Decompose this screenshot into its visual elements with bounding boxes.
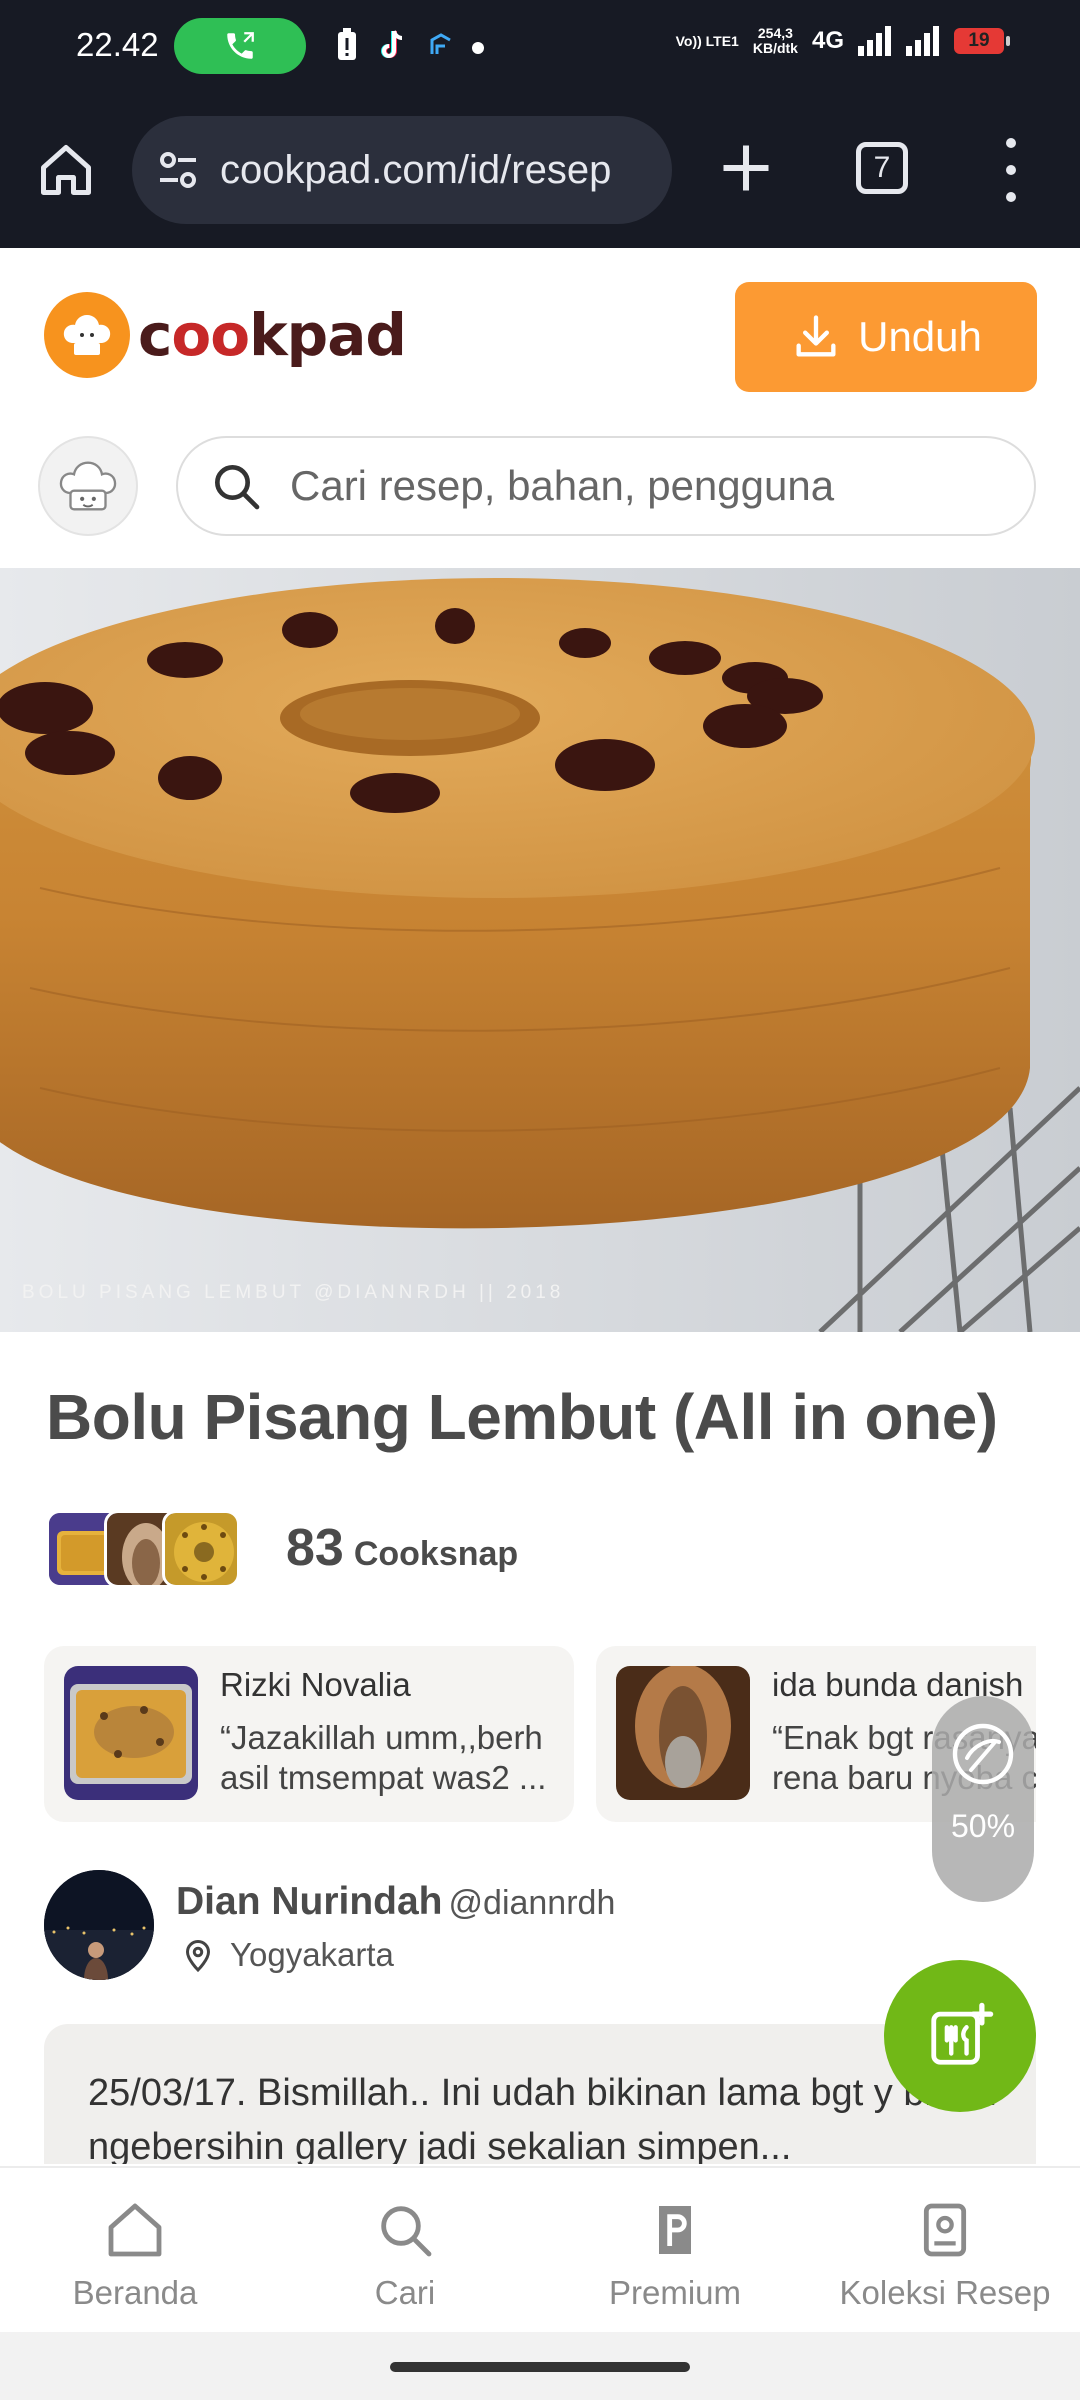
cooksnap-photo: [64, 1666, 198, 1800]
cooksnap-thumbnails[interactable]: [46, 1510, 242, 1588]
volte-indicator: Vo)) LTE1: [675, 32, 739, 49]
recipe-story-text: 25/03/17. Bismillah.. Ini udah bikinan l…: [88, 2072, 995, 2164]
logo-wordmark: cookpad: [138, 301, 407, 369]
net-speed: 254,3 KB/dtk: [753, 26, 798, 56]
cooksnap-label: Cooksnap: [353, 1535, 519, 1573]
tiktok-icon: [381, 30, 403, 58]
status-right-cluster: Vo)) LTE1 254,3 KB/dtk 4G 19: [675, 26, 1010, 56]
signal-icon-2: [906, 26, 939, 56]
cooksnap-thumbnail[interactable]: [162, 1510, 240, 1588]
network-type: 4G: [811, 27, 844, 54]
download-label: Unduh: [858, 313, 982, 360]
nav-premium[interactable]: Premium: [540, 2168, 810, 2332]
download-icon: [796, 315, 836, 357]
address-bar[interactable]: cookpad.com/id/resep: [132, 116, 672, 224]
photo-caption: BOLU PISANG LEMBUT @DIANNRDH || 2018: [22, 1282, 565, 1303]
location-pin-icon: [185, 1940, 211, 1973]
status-time: 22.42: [76, 26, 159, 63]
battery-level: 19: [968, 30, 990, 51]
signal-icon: [858, 26, 891, 56]
phone-icon: [227, 32, 254, 59]
cooksnap-photo: [616, 1666, 750, 1800]
search-icon: [381, 2206, 432, 2257]
bottom-navigation: Beranda Cari Premium Koleksi Resep: [0, 2166, 1080, 2332]
recipe-title: Bolu Pisang Lembut (All in one): [46, 1381, 998, 1453]
search-icon: [215, 465, 260, 510]
tab-switcher-button[interactable]: 7: [856, 142, 908, 194]
cooksnap-number: 83: [286, 1519, 344, 1577]
nav-label: Cari: [374, 2274, 436, 2311]
home-icon[interactable]: [36, 140, 96, 200]
site-header: cookpad Unduh: [0, 250, 1080, 568]
recipe-hero-image[interactable]: BOLU PISANG LEMBUT @DIANNRDH || 2018: [0, 568, 1080, 1332]
author-display-name[interactable]: Dian Nurindah: [176, 1880, 443, 1923]
collection-icon: [923, 2203, 967, 2257]
author-location: Yogyakarta: [180, 1936, 394, 1974]
battery-icon: 19: [954, 28, 1010, 54]
add-recipe-icon: [931, 2002, 994, 2065]
download-app-button[interactable]: Unduh: [735, 282, 1037, 392]
cooksnap-author[interactable]: Rizki Novalia: [220, 1666, 411, 1704]
cooksnap-card[interactable]: Rizki Novalia “Jazakillah umm,,berh asil…: [44, 1646, 574, 1822]
ongoing-call-indicator[interactable]: [174, 18, 306, 74]
nav-beranda[interactable]: Beranda: [0, 2168, 270, 2332]
user-avatar[interactable]: [38, 436, 138, 536]
nav-cari[interactable]: Cari: [270, 2168, 540, 2332]
nav-label: Koleksi Resep: [839, 2274, 1051, 2311]
more-notifications-dot: [472, 42, 484, 54]
search-bar[interactable]: [176, 436, 1036, 536]
cookpad-logo[interactable]: cookpad: [44, 292, 407, 378]
dish-timer-icon: [952, 1723, 1014, 1785]
author-handle[interactable]: @diannrdh: [449, 1884, 616, 1922]
app-notification-icon: [430, 33, 451, 54]
zoom-percent: 50%: [950, 1808, 1016, 1844]
search-input[interactable]: [290, 462, 990, 510]
net-speed-unit: KB/dtk: [752, 40, 798, 56]
battery-alert-icon: [338, 28, 356, 60]
site-settings-icon[interactable]: [154, 146, 202, 194]
tab-count: 7: [873, 151, 891, 184]
chef-avatar-icon: [59, 461, 117, 511]
zoom-indicator[interactable]: 50%: [932, 1696, 1034, 1902]
cooksnap-comment: “Jazakillah umm,,berh asil tmsempat was2…: [220, 1719, 547, 1796]
nav-koleksi-resep[interactable]: Koleksi Resep: [810, 2168, 1080, 2332]
browser-menu-button[interactable]: [996, 138, 1026, 202]
chef-hat-logo-icon: [44, 292, 130, 378]
author-avatar[interactable]: [44, 1870, 154, 1980]
nav-label: Beranda: [72, 2274, 198, 2311]
banana-cake-photo: [0, 568, 1080, 1332]
new-tab-icon[interactable]: [716, 138, 776, 198]
nav-label: Premium: [608, 2274, 742, 2311]
gesture-bar: [0, 2332, 1080, 2400]
cooksnap-count[interactable]: 83 Cooksnap: [286, 1518, 518, 1578]
net-speed-value: 254,3: [757, 25, 793, 41]
author-location-text: Yogyakarta: [230, 1936, 394, 1973]
add-recipe-fab[interactable]: [884, 1960, 1036, 2112]
url-text[interactable]: cookpad.com/id/resep: [220, 148, 611, 193]
home-icon: [108, 2203, 162, 2257]
author-name[interactable]: Dian Nurindah @diannrdh: [176, 1880, 615, 1924]
premium-icon: [659, 2206, 691, 2254]
cooksnap-carousel[interactable]: Rizki Novalia “Jazakillah umm,,berh asil…: [44, 1646, 1036, 1822]
browser-toolbar: cookpad.com/id/resep 7: [0, 98, 1080, 248]
status-bar: 22.42 Vo)) LTE1 254,3 KB/dtk 4G 19: [0, 0, 1080, 98]
gesture-handle[interactable]: [390, 2362, 690, 2372]
